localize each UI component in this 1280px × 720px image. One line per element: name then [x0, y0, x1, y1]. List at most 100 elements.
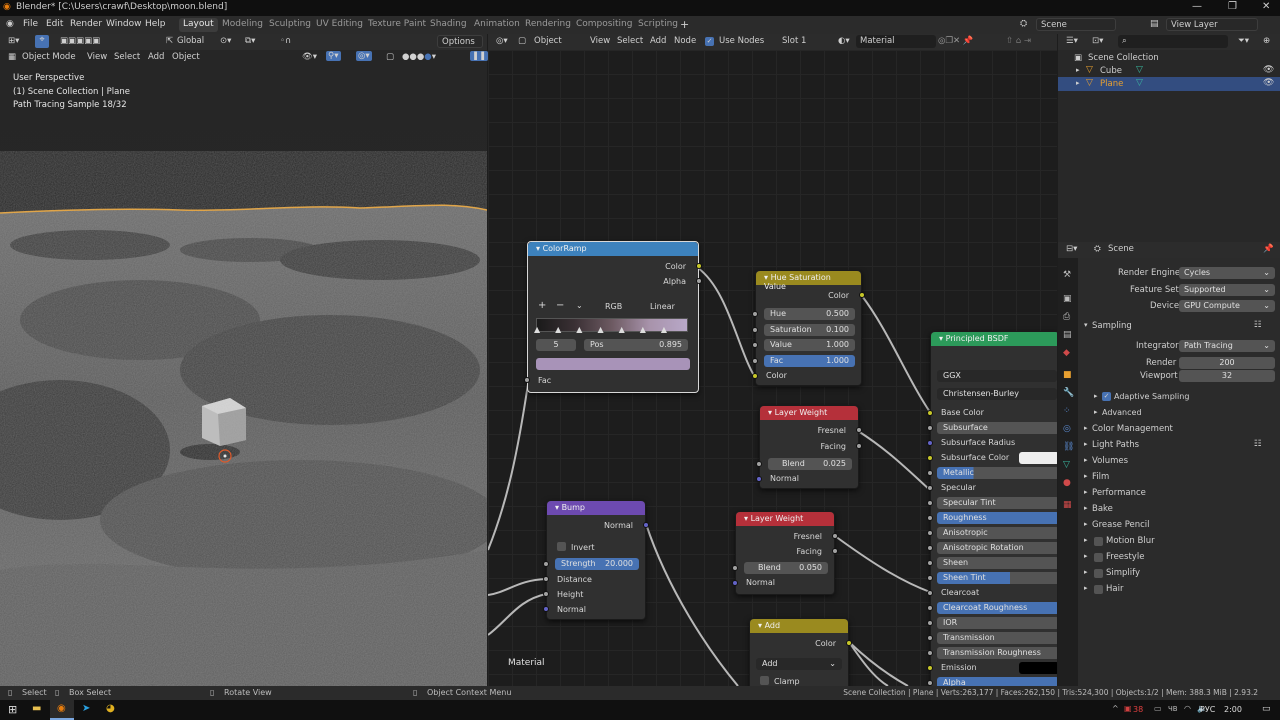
- tray-app-icon[interactable]: ▣: [1124, 704, 1132, 713]
- sampling-presets-icon[interactable]: ☷: [1254, 320, 1262, 330]
- panel-volumes[interactable]: Volumes: [1092, 456, 1128, 466]
- bsdf-input-field[interactable]: Clearcoat Roughness: [937, 602, 1057, 614]
- panel-expand-icon[interactable]: ▸: [1084, 440, 1088, 448]
- panel-bake[interactable]: Bake: [1092, 504, 1113, 514]
- add-mix-node[interactable]: ▾ Add Color Add ⌄ Clamp: [749, 618, 852, 686]
- tab-uv-editing[interactable]: UV Editing: [312, 18, 367, 32]
- tab-rendering[interactable]: Rendering: [521, 18, 575, 32]
- lw1-blend-field[interactable]: Blend 0.025: [768, 458, 852, 470]
- outliner-item-plane[interactable]: ▸ ▽ Plane ▽ 👁: [1058, 77, 1280, 91]
- shading-mode-icons[interactable]: ●●●●▾: [402, 52, 436, 62]
- lw1-blend-socket[interactable]: [756, 461, 762, 467]
- file-explorer-icon[interactable]: ▬: [32, 703, 41, 714]
- bsdf-input-subsurface-radius[interactable]: Subsurface Radius: [927, 437, 1057, 450]
- node-editor[interactable]: ▾ ColorRamp Color Alpha + − ⌄ RGB Linear…: [488, 50, 1057, 686]
- colorramp-fac-socket[interactable]: [524, 377, 530, 383]
- panel-expand-icon[interactable]: ▸: [1084, 536, 1088, 544]
- bsdf-input-transmission[interactable]: Transmission: [927, 632, 1057, 645]
- panel-expand-icon[interactable]: ▸: [1084, 488, 1088, 496]
- saturation-socket[interactable]: [752, 327, 758, 333]
- start-icon[interactable]: ⊞: [8, 703, 17, 716]
- advanced-expand-icon[interactable]: ▸: [1094, 408, 1098, 416]
- bsdf-input-sheen[interactable]: Sheen: [927, 557, 1057, 570]
- device-dropdown[interactable]: GPU Compute ⌄: [1179, 300, 1275, 312]
- feature-set-dropdown[interactable]: Supported ⌄: [1179, 284, 1275, 296]
- view-layer-selector[interactable]: View Layer: [1166, 18, 1258, 31]
- light-paths-presets-icon[interactable]: ☷: [1254, 439, 1262, 449]
- menu-edit[interactable]: Edit: [46, 19, 63, 29]
- panel-checkbox[interactable]: [1094, 537, 1103, 546]
- bsdf-input-socket[interactable]: [927, 500, 933, 506]
- lw2-blend-socket[interactable]: [732, 565, 738, 571]
- ramp-interp-dropdown[interactable]: Linear: [650, 302, 675, 311]
- ramp-pos-field[interactable]: Pos 0.895: [584, 339, 688, 351]
- texture-tab-icon[interactable]: ▦: [1063, 500, 1072, 510]
- ramp-stop-color-swatch[interactable]: [536, 358, 690, 370]
- ramp-menu-icon[interactable]: ⌄: [576, 301, 583, 310]
- node-menu-add[interactable]: Add: [650, 36, 666, 46]
- bsdf-input-clearcoat-roughness[interactable]: Clearcoat Roughness: [927, 602, 1057, 615]
- huesat-value-field[interactable]: Value 1.000: [764, 339, 855, 351]
- scene-tab-icon[interactable]: ◆: [1063, 348, 1070, 358]
- 3d-viewport[interactable]: User Perspective (1) Scene Collection | …: [0, 50, 487, 686]
- scene-selector[interactable]: Scene: [1036, 18, 1116, 31]
- advanced-panel-header[interactable]: Advanced: [1102, 408, 1142, 417]
- material-tab-icon[interactable]: ●: [1063, 478, 1071, 488]
- bsdf-input-alpha[interactable]: Alpha: [927, 677, 1057, 686]
- node-menu-select[interactable]: Select: [617, 36, 643, 46]
- bump-strength-field[interactable]: Strength 20.000: [555, 558, 639, 570]
- panel-expand-icon[interactable]: ▸: [1084, 504, 1088, 512]
- properties-type-icon[interactable]: ⊟▾: [1066, 244, 1077, 254]
- menu-render[interactable]: Render: [70, 19, 102, 29]
- bsdf-input-field[interactable]: Subsurface: [937, 422, 1057, 434]
- object-tab-icon[interactable]: ■: [1063, 370, 1072, 380]
- bsdf-input-socket[interactable]: [927, 485, 933, 491]
- color-swatch[interactable]: [1019, 452, 1057, 464]
- particles-tab-icon[interactable]: ⁘: [1063, 406, 1071, 416]
- bsdf-input-socket[interactable]: [927, 545, 933, 551]
- slot-dropdown[interactable]: Slot 1: [782, 36, 806, 46]
- physics-tab-icon[interactable]: ◎: [1063, 424, 1071, 434]
- distribution-dropdown[interactable]: GGX: [937, 370, 1057, 382]
- bsdf-input-anisotropic[interactable]: Anisotropic: [927, 527, 1057, 540]
- bump-normal-socket[interactable]: [543, 606, 549, 612]
- plane-visibility-icon[interactable]: 👁: [1263, 78, 1274, 88]
- viewport-menu-add[interactable]: Add: [148, 52, 164, 62]
- panel-expand-icon[interactable]: ▸: [1084, 472, 1088, 480]
- node-editor-type-icon[interactable]: ◎▾: [496, 36, 508, 46]
- bsdf-input-socket[interactable]: [927, 665, 933, 671]
- modifier-tab-icon[interactable]: 🔧: [1063, 388, 1074, 398]
- bsdf-input-field[interactable]: Transmission: [937, 632, 1057, 644]
- bsdf-input-ior[interactable]: IOR: [927, 617, 1057, 630]
- bsdf-input-socket[interactable]: [927, 560, 933, 566]
- panel-light-paths[interactable]: Light Paths: [1092, 440, 1139, 450]
- clamp-checkbox[interactable]: [760, 676, 769, 685]
- language-indicator[interactable]: РУС: [1200, 705, 1215, 714]
- hue-saturation-node[interactable]: ▾ Hue Saturation Value Color Hue 0.500 Sa…: [752, 270, 865, 386]
- bsdf-input-field[interactable]: Sheen Tint: [937, 572, 1057, 584]
- tab-modeling[interactable]: Modeling: [218, 18, 267, 32]
- close-icon[interactable]: ✕: [1262, 1, 1270, 12]
- panel-color-management[interactable]: Color Management: [1092, 424, 1173, 434]
- scene-collection-label[interactable]: Scene Collection: [1088, 53, 1159, 63]
- panel-freestyle[interactable]: Freestyle: [1106, 552, 1144, 562]
- bsdf-input-subsurface[interactable]: Subsurface: [927, 422, 1057, 435]
- view-layer-tab-icon[interactable]: ▤: [1063, 330, 1072, 340]
- adaptive-sampling-checkbox[interactable]: ✓: [1102, 392, 1111, 401]
- bsdf-input-field[interactable]: Alpha: [937, 677, 1057, 686]
- outliner-search-input[interactable]: ⌕: [1118, 35, 1228, 48]
- shader-type-dropdown[interactable]: Object: [534, 36, 562, 46]
- bsdf-input-field[interactable]: Metallic: [937, 467, 1057, 479]
- tab-sculpting[interactable]: Sculpting: [265, 18, 315, 32]
- lw2-blend-field[interactable]: Blend 0.050: [744, 562, 828, 574]
- bsdf-input-specular[interactable]: Specular: [927, 482, 1057, 495]
- colorramp-title[interactable]: ▾ ColorRamp: [528, 242, 698, 256]
- panel-expand-icon[interactable]: ▸: [1084, 424, 1088, 432]
- bsdf-input-socket[interactable]: [927, 620, 933, 626]
- bsdf-input-specular-tint[interactable]: Specular Tint: [927, 497, 1057, 510]
- tab-compositing[interactable]: Compositing: [572, 18, 636, 32]
- bsdf-input-roughness[interactable]: Roughness: [927, 512, 1057, 525]
- pin-icon[interactable]: 📌: [1263, 244, 1274, 254]
- snap-icon[interactable]: ⧉▾: [245, 36, 255, 46]
- bsdf-input-metallic[interactable]: Metallic: [927, 467, 1057, 480]
